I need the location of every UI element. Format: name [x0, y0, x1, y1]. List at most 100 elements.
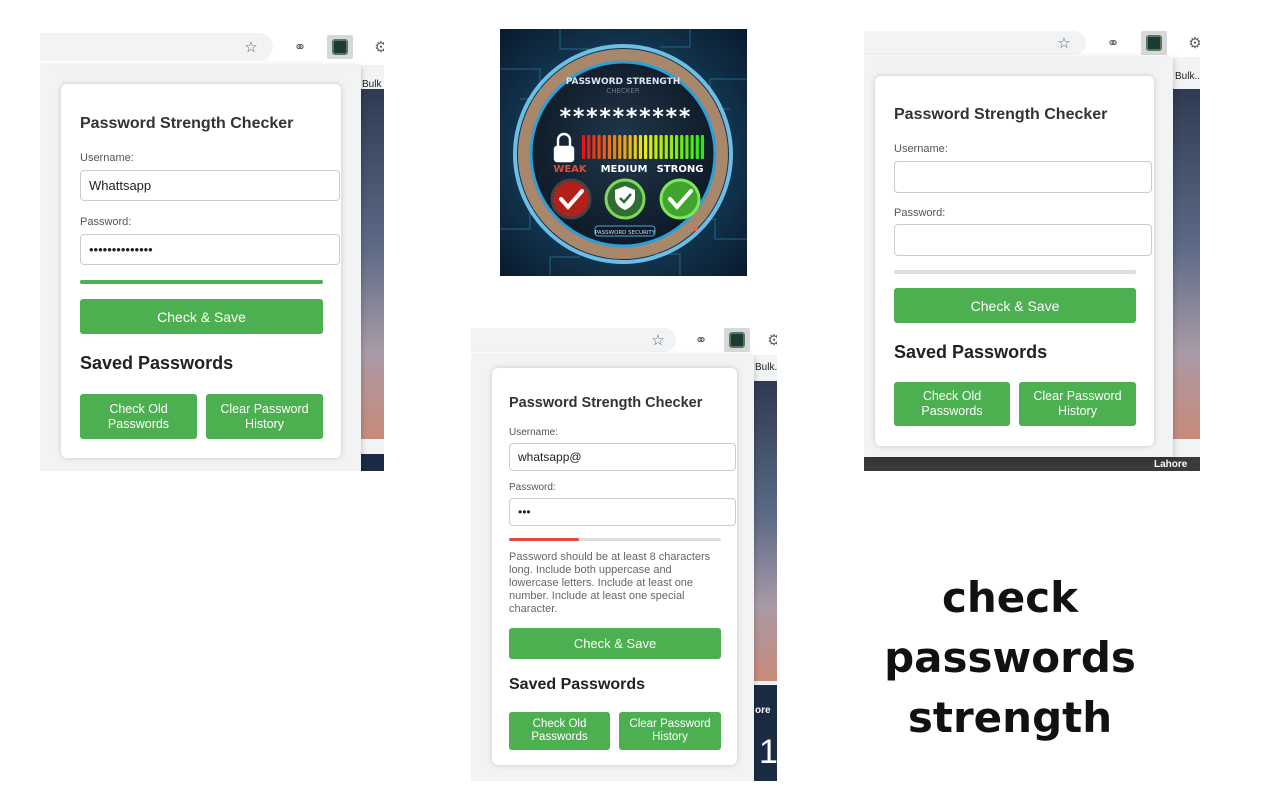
browser-toolbar: ☆ ⚭ ⚙ [471, 325, 777, 355]
extension-icon[interactable] [724, 328, 750, 352]
password-label: Password: [80, 216, 132, 228]
bookmark-bulk[interactable]: Bulk... [755, 362, 777, 373]
saved-passwords-heading: Saved Passwords [509, 676, 646, 693]
username-label: Username: [509, 427, 558, 438]
link-icon[interactable]: ⚭ [688, 328, 714, 352]
left-screenshot: ☆ ⚭ ⚙ Bulk Password Strength Checker Use… [40, 29, 384, 471]
medium-label: MEDIUM [601, 164, 648, 175]
check-save-button[interactable]: Check & Save [80, 299, 323, 334]
gauge-segment [680, 135, 684, 159]
extension-icon[interactable] [327, 35, 353, 59]
password-label: Password: [509, 482, 556, 493]
clear-password-history-button[interactable]: Clear Password History [1019, 382, 1136, 426]
gauge-segment [602, 135, 606, 159]
username-label: Username: [894, 143, 948, 155]
puzzle-icon[interactable]: ⚙ [1182, 31, 1200, 55]
gauge-segment [664, 135, 668, 159]
gauge-segment [582, 135, 586, 159]
gauge-segment [633, 135, 637, 159]
username-input[interactable] [894, 161, 1152, 193]
password-feedback-message: Password should be at least 8 characters… [509, 551, 711, 615]
extension-popup: Password Strength Checker Username: Pass… [864, 57, 1173, 457]
strength-meter-fill [80, 280, 323, 284]
check-save-button[interactable]: Check & Save [509, 628, 721, 659]
background-page [360, 89, 384, 439]
check-old-passwords-button[interactable]: Check Old Passwords [80, 394, 197, 439]
gauge-segment [669, 135, 674, 159]
gauge-segment [649, 135, 653, 159]
background-lahore-text: Lahore [1154, 459, 1188, 470]
puzzle-icon[interactable]: ⚙ [761, 328, 777, 352]
extension-popup: Password Strength Checker Username: What… [40, 65, 361, 471]
gauge-segment [587, 135, 591, 159]
background-more-text: ore [755, 705, 771, 716]
password-input[interactable]: •••••••••••••• [80, 234, 340, 265]
clear-password-history-button[interactable]: Clear Password History [619, 712, 721, 750]
password-input[interactable] [894, 224, 1152, 256]
gauge-segment [654, 135, 658, 159]
check-old-passwords-button[interactable]: Check Old Passwords [894, 382, 1010, 426]
gauge-segment [644, 135, 648, 159]
medium-shield-icon [604, 178, 646, 220]
gauge-segment [592, 135, 596, 159]
check-save-button[interactable]: Check & Save [894, 288, 1136, 323]
username-label: Username: [80, 152, 134, 164]
username-input[interactable]: whatsapp@ [509, 443, 736, 471]
gauge-segment [700, 135, 705, 159]
middle-screenshot: ☆ ⚭ ⚙ Bulk... ore 1 Password Strength Ch… [471, 325, 777, 781]
weak-label: WEAK [553, 164, 588, 175]
gauge-segment [623, 135, 627, 159]
strong-label: STRONG [657, 164, 704, 175]
gauge-segment [638, 135, 643, 159]
art-masked-password: ********** [559, 105, 691, 130]
art-footer: PASSWORD SECURITY [595, 230, 656, 236]
heading-line-2: passwords strength [884, 633, 1136, 742]
browser-toolbar: ☆ ⚭ ⚙ [40, 29, 384, 65]
browser-toolbar: ☆ ⚭ ⚙ [864, 29, 1200, 57]
saved-passwords-heading: Saved Passwords [894, 342, 1048, 362]
gauge-segment [675, 135, 679, 159]
clear-password-history-button[interactable]: Clear Password History [206, 394, 323, 439]
puzzle-icon[interactable]: ⚙ [368, 35, 384, 59]
heading-line-1: check [941, 573, 1079, 622]
extension-icon[interactable] [1141, 31, 1167, 55]
password-input[interactable]: ••• [509, 498, 736, 526]
art-title: PASSWORD STRENGTH [566, 77, 681, 87]
username-input[interactable]: Whattsapp [80, 170, 340, 201]
password-label: Password: [894, 207, 946, 219]
weak-check-icon [550, 178, 592, 220]
popup-title: Password Strength Checker [894, 106, 1108, 123]
background-page-footer [360, 454, 384, 471]
star-icon[interactable]: ☆ [238, 35, 264, 59]
star-icon[interactable]: ☆ [645, 328, 671, 352]
password-strength-illustration: PASSWORD STRENGTH CHECKER ********** WEA… [500, 29, 747, 276]
gauge-segment [685, 135, 689, 159]
gauge-segment [613, 135, 617, 159]
indicator-light [694, 227, 698, 231]
strength-meter [80, 280, 323, 284]
gauge-segment [659, 135, 663, 159]
gauge-segment [597, 135, 601, 159]
popup-card: Password Strength Checker Username: what… [492, 368, 737, 765]
bookmark-bulk[interactable]: Bulk... [1175, 71, 1200, 82]
background-page [1170, 89, 1200, 439]
popup-card: Password Strength Checker Username: What… [61, 84, 341, 458]
strength-meter-fill [509, 538, 579, 541]
link-icon[interactable]: ⚭ [287, 35, 313, 59]
background-number: 1 [759, 733, 777, 771]
check-old-passwords-button[interactable]: Check Old Passwords [509, 712, 610, 750]
art-subtitle: CHECKER [606, 87, 639, 95]
link-icon[interactable]: ⚭ [1100, 31, 1126, 55]
strength-meter [509, 538, 721, 541]
popup-title: Password Strength Checker [509, 395, 703, 411]
gauge-segment [618, 135, 622, 159]
strength-meter [894, 270, 1136, 274]
gauge-segment [695, 135, 699, 159]
extension-popup: Password Strength Checker Username: what… [471, 355, 754, 781]
gauge-segment [607, 135, 612, 159]
gauge-segment [628, 135, 632, 159]
bookmark-bulk[interactable]: Bulk [362, 79, 381, 90]
gauge-segment [690, 135, 694, 159]
popup-card: Password Strength Checker Username: Pass… [875, 76, 1154, 446]
star-icon[interactable]: ☆ [1051, 31, 1077, 55]
